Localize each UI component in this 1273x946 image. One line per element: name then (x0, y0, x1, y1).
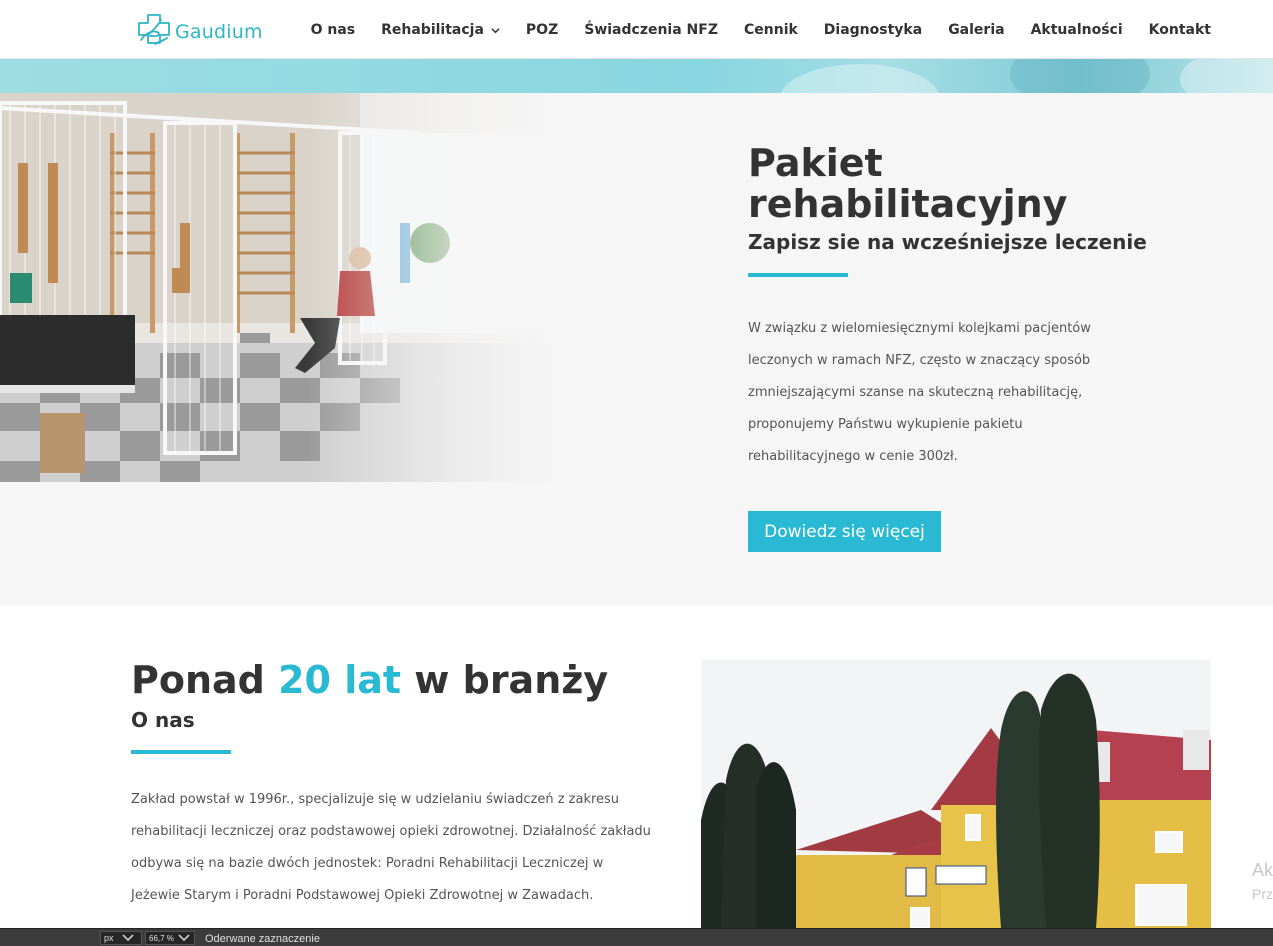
nav-label: Galeria (948, 22, 1005, 38)
chevron-down-icon (491, 27, 500, 33)
nav-label: O nas (310, 22, 356, 38)
banner-strip (0, 59, 1273, 93)
banner-decoration (1180, 59, 1273, 93)
side-overlay-text: Prz (1252, 886, 1273, 902)
zoom-select[interactable]: 66,7 % (145, 931, 195, 945)
nav-label: Cennik (743, 22, 798, 38)
clinic-building-illustration (701, 660, 1211, 928)
about-title-part: w branży (401, 658, 609, 702)
main-nav: O nas Rehabilitacja POZ Świadczenia NFZ … (285, 22, 1211, 38)
site-header: Gaudium O nas Rehabilitacja POZ Świadcze… (0, 0, 1273, 59)
nav-item-poz[interactable]: POZ (526, 22, 558, 38)
hero-title: Pakiet rehabilitacyjny (748, 141, 1068, 226)
about-title: Ponad 20 lat w branży (131, 658, 608, 702)
hero-subtitle: Zapisz sie na wcześniejsze leczenie (748, 230, 1147, 254)
nav-item-cennik[interactable]: Cennik (744, 22, 798, 38)
about-title-highlight: 20 lat (278, 658, 402, 702)
logo-hands-cross-icon (138, 14, 170, 45)
nav-item-aktualnosci[interactable]: Aktualności (1031, 22, 1123, 38)
hero-description: W związku z wielomiesięcznymi kolejkami … (748, 321, 1091, 464)
nav-item-o-nas[interactable]: O nas (311, 22, 356, 38)
nav-item-galeria[interactable]: Galeria (948, 22, 1004, 38)
nav-label: Świadczenia NFZ (584, 22, 718, 38)
logo-text: Gaudium (175, 21, 263, 43)
about-accent-line (131, 750, 231, 754)
hero-accent-line (748, 273, 848, 277)
about-title-part: Ponad (131, 658, 279, 702)
nav-label: POZ (525, 22, 559, 38)
editor-status-bar: px 66,7 % Oderwane zaznaczenie (0, 928, 1273, 946)
nav-item-diagnostyka[interactable]: Diagnostyka (824, 22, 922, 38)
chevron-down-icon (178, 934, 190, 942)
nav-item-kontakt[interactable]: Kontakt (1149, 22, 1211, 38)
side-overlay-text: Ak (1251, 860, 1273, 880)
nav-label: Rehabilitacja (381, 22, 484, 38)
rehab-room-photo (0, 93, 560, 482)
learn-more-button[interactable]: Dowiedz się więcej (748, 511, 941, 552)
hero-section: Pakiet rehabilitacyjny Zapisz sie na wcz… (0, 93, 1273, 606)
chevron-down-icon (121, 934, 134, 942)
clinic-building-photo (701, 660, 1211, 928)
about-subtitle: O nas (131, 708, 195, 732)
unit-value: px (104, 933, 114, 943)
nav-label: Kontakt (1148, 22, 1211, 38)
selection-status: Oderwane zaznaczenie (205, 932, 320, 945)
nav-label: Diagnostyka (823, 22, 923, 38)
zoom-value: 66,7 % (149, 933, 174, 943)
nav-item-swiadczenia-nfz[interactable]: Świadczenia NFZ (584, 22, 718, 38)
banner-decoration (780, 64, 940, 93)
banner-decoration (1010, 59, 1150, 93)
nav-label: Aktualności (1030, 22, 1123, 38)
unit-select[interactable]: px (100, 931, 142, 945)
about-description: Zakład powstał w 1996r., specjalizuje si… (131, 792, 651, 903)
nav-item-rehabilitacja[interactable]: Rehabilitacja (381, 22, 500, 38)
hero-photo-fade (0, 93, 560, 482)
logo[interactable]: Gaudium (133, 10, 263, 54)
